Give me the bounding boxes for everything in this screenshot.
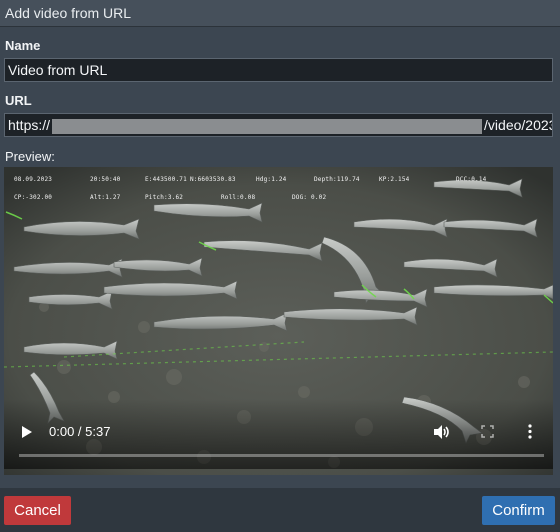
dialog-title: Add video from URL: [5, 5, 132, 21]
url-label: URL: [5, 93, 32, 108]
volume-icon: [434, 425, 449, 439]
confirm-button[interactable]: Confirm: [482, 496, 555, 525]
osd-alt: Alt:1.27: [90, 194, 121, 201]
osd-roll: Roll:0.08: [221, 194, 256, 201]
osd-dcc: DCC:0.14: [456, 176, 487, 183]
osd-clock: 20:50:40: [90, 176, 121, 183]
video-player[interactable]: 08.09.2023 20:50:40 E:443500.71 N:660353…: [4, 167, 553, 475]
name-label: Name: [5, 38, 41, 53]
osd-kp: KP:2.154: [379, 176, 410, 183]
name-input-value: Video from URL: [8, 62, 108, 78]
url-input[interactable]: https:// /video/2023: [4, 113, 553, 137]
more-options-icon: [528, 424, 532, 439]
osd-depth: Depth:119.74: [314, 176, 360, 183]
url-input-suffix: /video/2023: [484, 117, 553, 133]
osd-pitch: Pitch:3.62: [145, 194, 184, 201]
osd-heading: Hdg:1.24: [256, 176, 287, 183]
play-icon: [22, 426, 32, 438]
cancel-button[interactable]: Cancel: [4, 496, 71, 525]
osd-cp: CP:-302.00: [14, 194, 53, 201]
progress-bar[interactable]: [19, 454, 544, 457]
dialog-titlebar: Add video from URL: [0, 0, 560, 27]
dialog-footer: [0, 488, 560, 532]
url-input-prefix: https://: [8, 117, 51, 133]
time-display: 0:00 / 5:37: [49, 424, 111, 439]
url-redacted-segment: [52, 118, 483, 134]
osd-date: 08.09.2023: [14, 176, 53, 183]
fullscreen-icon: [481, 425, 494, 438]
osd-dog: DOG: 0.02: [292, 194, 327, 201]
osd-northing: N:6603530.83: [190, 176, 236, 183]
osd-easting: E:443500.71: [145, 176, 187, 183]
preview-label: Preview:: [5, 149, 55, 164]
name-input[interactable]: Video from URL: [4, 58, 553, 82]
